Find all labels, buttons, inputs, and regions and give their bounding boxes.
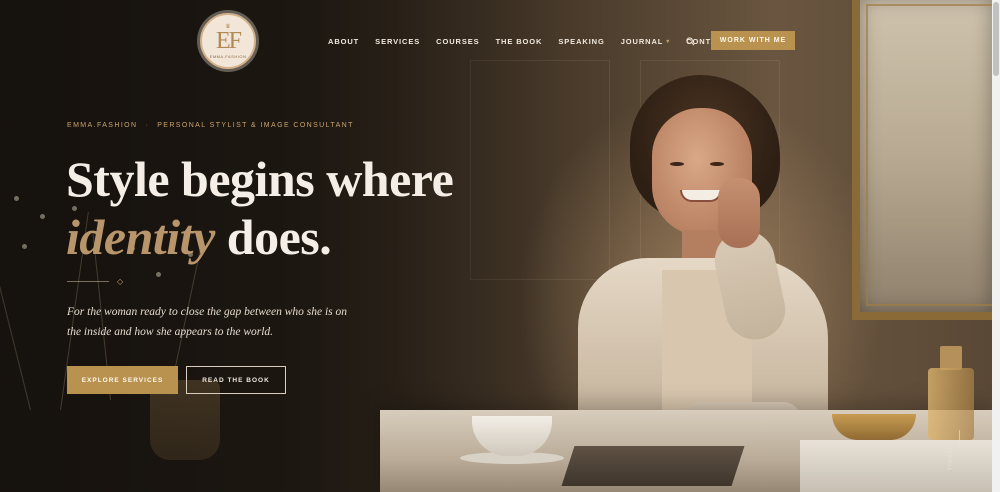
- diamond-icon: ◇: [117, 277, 124, 286]
- notebook: [561, 446, 745, 486]
- logo-monogram: EF: [215, 27, 242, 54]
- hero-divider: [67, 281, 109, 282]
- brand-logo[interactable]: ♛ EF EMMA.FASHION: [200, 13, 256, 69]
- nav-about[interactable]: ABOUT: [328, 33, 359, 49]
- nav-speaking[interactable]: SPEAKING: [558, 33, 604, 49]
- eyebrow-brand: EMMA.FASHION: [67, 122, 138, 129]
- scroll-indicator-line: [959, 430, 960, 444]
- scrollbar-thumb[interactable]: [993, 2, 999, 76]
- gold-bowl: [832, 414, 916, 440]
- hero-eyebrow: EMMA.FASHION · PERSONAL STYLIST & IMAGE …: [67, 122, 354, 129]
- hero-subtext: For the woman ready to close the gap bet…: [67, 306, 348, 338]
- hero-headline: Style begins where identity does.: [66, 150, 454, 266]
- scroll-indicator[interactable]: SCROLL: [946, 446, 952, 472]
- headline-end: does.: [214, 209, 332, 265]
- search-icon[interactable]: [686, 37, 695, 46]
- book-stack: [800, 440, 992, 492]
- work-with-me-button[interactable]: WORK WITH ME: [711, 31, 795, 50]
- eyebrow-role: PERSONAL STYLIST & IMAGE CONSULTANT: [157, 122, 354, 129]
- read-the-book-button[interactable]: READ THE BOOK: [186, 366, 286, 394]
- explore-services-button[interactable]: EXPLORE SERVICES: [67, 366, 178, 394]
- perfume-bottle: [928, 368, 974, 440]
- wall-mirror: [852, 0, 992, 320]
- nav-the-book[interactable]: THE BOOK: [496, 33, 543, 49]
- logo-subtitle: EMMA.FASHION: [209, 53, 247, 59]
- main-nav: ABOUT SERVICES COURSES THE BOOK SPEAKING…: [328, 33, 745, 49]
- perfume-cap: [940, 346, 962, 370]
- page-scrollbar[interactable]: [992, 0, 1000, 492]
- eyebrow-separator: ·: [145, 122, 150, 129]
- nav-courses[interactable]: COURSES: [436, 33, 479, 49]
- nav-services[interactable]: SERVICES: [375, 33, 420, 49]
- nav-journal[interactable]: JOURNAL ▾: [621, 33, 670, 49]
- chevron-down-icon: ▾: [666, 38, 671, 45]
- headline-line-1: Style begins where: [66, 151, 454, 207]
- hero-portrait: [570, 70, 830, 458]
- headline-accent: identity: [66, 209, 215, 265]
- nav-journal-label: JOURNAL: [620, 36, 664, 46]
